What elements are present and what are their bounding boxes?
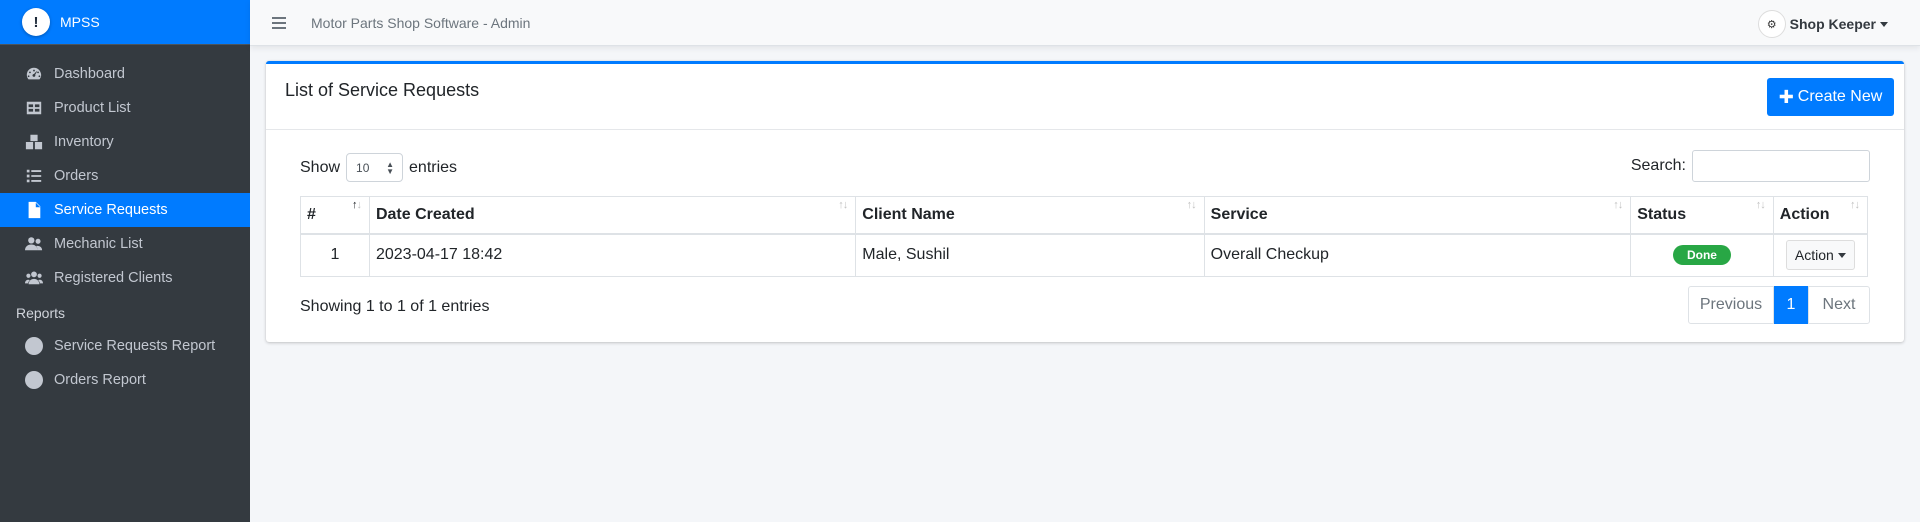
sidebar-item-registered-clients[interactable]: Registered Clients bbox=[0, 261, 250, 295]
sidebar-item-label: Dashboard bbox=[54, 66, 125, 82]
sidebar-item-label: Service Requests bbox=[54, 202, 168, 218]
select-arrows-icon: ▲ ▼ bbox=[386, 160, 395, 176]
sort-icon: ↑↓ bbox=[838, 199, 848, 211]
entries-label: entries bbox=[409, 158, 458, 176]
create-new-label: Create New bbox=[1797, 88, 1883, 105]
sidebar-item-label: Registered Clients bbox=[54, 270, 173, 286]
table-header-row: # ↑↓ Date Created ↑↓ Client Name ↑↓ Service… bbox=[300, 196, 1869, 235]
sidebar-item-service-requests[interactable]: Service Requests bbox=[0, 193, 250, 227]
brand-name: MPSS bbox=[60, 14, 100, 30]
column-header-status[interactable]: Status ↑↓ bbox=[1630, 196, 1774, 235]
column-header-client-name[interactable]: Client Name ↑↓ bbox=[855, 196, 1205, 235]
brand-link[interactable]: ! MPSS bbox=[0, 0, 250, 45]
action-label: Action bbox=[1794, 247, 1834, 264]
cell-client-name: Male, Sushil bbox=[855, 233, 1205, 277]
hamburger-menu-icon[interactable] bbox=[272, 16, 286, 29]
sidebar-item-label: Inventory bbox=[54, 134, 114, 150]
entries-length-control: Show 10 ▲ ▼ entries bbox=[300, 153, 457, 182]
card-title: List of Service Requests bbox=[285, 80, 480, 100]
sidebar-nav: Dashboard Product List Inventory Orders … bbox=[0, 45, 250, 397]
status-badge: Done bbox=[1672, 245, 1731, 266]
page-1-button[interactable]: 1 bbox=[1774, 286, 1808, 324]
sidebar-item-label: Orders bbox=[54, 168, 99, 184]
user-name: Shop Keeper bbox=[1789, 16, 1876, 32]
cell-action: Action bbox=[1772, 233, 1869, 277]
create-new-button[interactable]: ✚ Create New bbox=[1767, 78, 1894, 116]
caret-down-icon bbox=[1837, 252, 1846, 258]
avatar: ⚙ bbox=[1757, 10, 1786, 38]
sidebar-item-inventory[interactable]: Inventory bbox=[0, 125, 250, 159]
file-icon bbox=[24, 200, 44, 220]
column-header-action[interactable]: Action ↑↓ bbox=[1772, 196, 1869, 235]
plus-icon: ✚ bbox=[1778, 86, 1794, 107]
sidebar-item-dashboard[interactable]: Dashboard bbox=[0, 57, 250, 91]
user-menu[interactable]: ⚙ Shop Keeper bbox=[1757, 10, 1888, 38]
tachometer-icon bbox=[24, 64, 44, 84]
sort-icon: ↑↓ bbox=[1613, 199, 1623, 211]
next-page-button[interactable]: Next bbox=[1808, 286, 1870, 324]
caret-down-icon bbox=[1880, 21, 1888, 27]
card-header: List of Service Requests ✚ Create New bbox=[266, 64, 1904, 130]
search-input[interactable] bbox=[1692, 150, 1870, 182]
sort-icon: ↑↓ bbox=[1850, 199, 1860, 211]
service-requests-card: List of Service Requests ✚ Create New Sh… bbox=[266, 61, 1904, 342]
circle-icon bbox=[24, 370, 44, 390]
table-search: Search: bbox=[1631, 150, 1870, 182]
sidebar-item-label: Orders Report bbox=[54, 372, 146, 388]
cell-status: Done bbox=[1630, 233, 1774, 277]
sort-icon: ↑↓ bbox=[1755, 199, 1766, 211]
sidebar: ! MPSS Dashboard Product List Inventory … bbox=[0, 0, 250, 522]
sort-icon: ↑↓ bbox=[351, 199, 362, 211]
sort-icon: ↑↓ bbox=[1186, 199, 1197, 211]
sidebar-item-label: Mechanic List bbox=[54, 236, 143, 252]
top-navbar: Motor Parts Shop Software - Admin ⚙ Shop… bbox=[250, 0, 1920, 46]
sidebar-item-orders-report[interactable]: Orders Report bbox=[0, 363, 250, 397]
sidebar-section-reports: Reports bbox=[16, 305, 66, 321]
users-group-icon bbox=[24, 268, 44, 288]
pagination: Previous 1 Next bbox=[1688, 286, 1870, 324]
table-icon bbox=[24, 98, 44, 118]
search-label: Search: bbox=[1630, 157, 1686, 174]
cell-service: Overall Checkup bbox=[1203, 233, 1632, 277]
show-label: Show bbox=[300, 158, 341, 176]
sidebar-item-label: Product List bbox=[54, 100, 131, 116]
brand-logo-icon: ! bbox=[22, 8, 50, 36]
sidebar-item-product-list[interactable]: Product List bbox=[0, 91, 250, 125]
app-title: Motor Parts Shop Software - Admin bbox=[311, 14, 531, 31]
entries-value: 10 bbox=[356, 160, 370, 175]
sidebar-item-service-requests-report[interactable]: Service Requests Report bbox=[0, 329, 250, 363]
action-dropdown-button[interactable]: Action bbox=[1785, 240, 1855, 271]
entries-select[interactable]: 10 ▲ ▼ bbox=[346, 153, 404, 182]
column-header-date-created[interactable]: Date Created ↑↓ bbox=[368, 196, 857, 235]
sidebar-item-mechanic-list[interactable]: Mechanic List bbox=[0, 227, 250, 261]
column-header-number[interactable]: # ↑↓ bbox=[300, 196, 370, 235]
table-row: 1 2023-04-17 18:42 Male, Sushil Overall … bbox=[300, 233, 1869, 277]
sidebar-item-label: Service Requests Report bbox=[54, 338, 216, 354]
service-requests-table: # ↑↓ Date Created ↑↓ Client Name ↑↓ Service… bbox=[300, 196, 1869, 277]
cell-date-created: 2023-04-17 18:42 bbox=[368, 233, 857, 277]
table-info: Showing 1 to 1 of 1 entries bbox=[300, 298, 490, 315]
cell-number: 1 bbox=[300, 233, 370, 277]
list-icon bbox=[24, 166, 44, 186]
previous-page-button[interactable]: Previous bbox=[1688, 286, 1774, 324]
circle-icon bbox=[24, 336, 44, 356]
sidebar-item-orders[interactable]: Orders bbox=[0, 159, 250, 193]
users-icon bbox=[24, 234, 44, 254]
boxes-icon bbox=[24, 132, 44, 152]
column-header-service[interactable]: Service ↑↓ bbox=[1203, 196, 1632, 235]
